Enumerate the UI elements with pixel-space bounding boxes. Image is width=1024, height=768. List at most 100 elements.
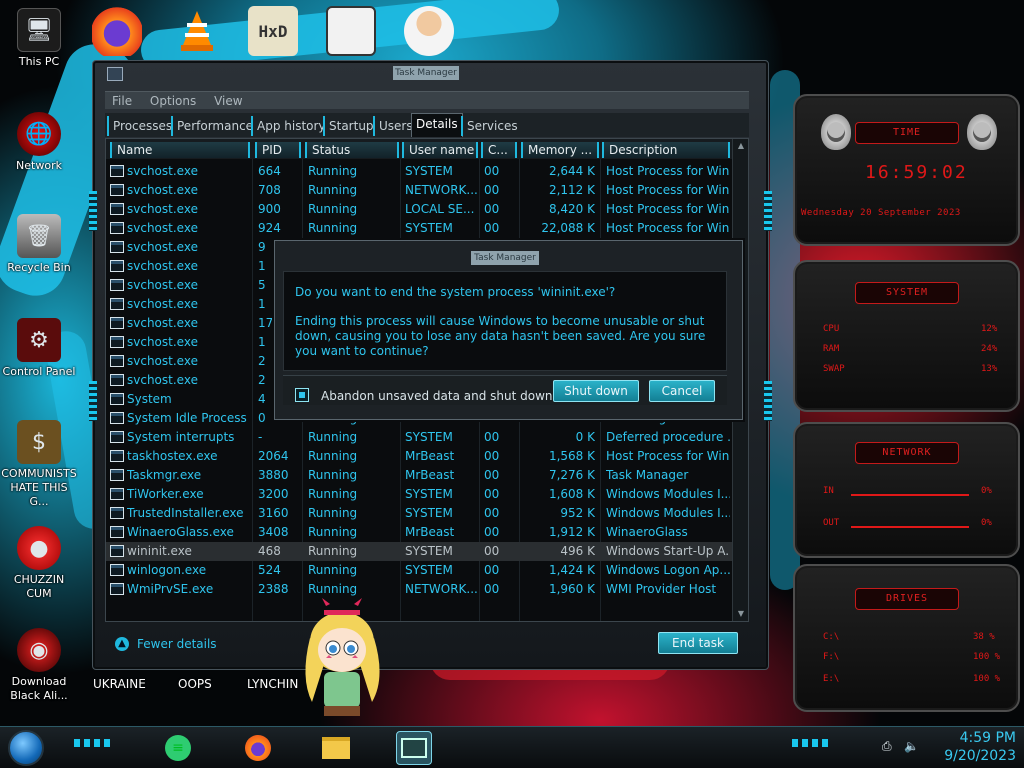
menu-view[interactable]: View [207, 92, 249, 110]
desktop-icon-chuzzin[interactable]: ● CHUZZIN CUM [0, 526, 78, 601]
table-row[interactable]: taskhostex.exe 2064 Running MrBeast 00 1,568 … [106, 447, 733, 466]
column-memory[interactable]: Memory ... [521, 142, 599, 158]
start-button[interactable] [8, 730, 44, 766]
process-icon [110, 526, 124, 538]
column-description[interactable]: Description [602, 142, 730, 158]
cell-status: Running [308, 563, 358, 577]
cell-user: SYSTEM [405, 430, 453, 444]
vlc-icon[interactable] [172, 6, 222, 56]
cell-name: WinaeroGlass.exe [127, 525, 234, 539]
cell-name: svchost.exe [127, 183, 198, 197]
column-name[interactable]: Name [110, 142, 250, 158]
shut-down-button[interactable]: Shut down [553, 380, 639, 402]
abandon-data-checkbox[interactable] [295, 388, 309, 402]
swap-label: SWAP [823, 364, 845, 374]
column-pid[interactable]: PID [255, 142, 301, 158]
firefox-icon[interactable] [92, 6, 142, 56]
app-icon[interactable] [326, 6, 376, 56]
process-icon [110, 374, 124, 386]
cell-desc: Windows Start-Up A... [606, 544, 730, 558]
taskbar-evernote-icon[interactable]: ≡ [160, 731, 196, 765]
menu-file[interactable]: File [105, 92, 139, 110]
network-gadget[interactable]: NETWORK IN 0% OUT 0% [793, 422, 1020, 558]
cell-desc: Host Process for Win... [606, 449, 730, 463]
cell-desc: Windows Logon Ap... [606, 563, 730, 577]
drive-e-value: 100 % [973, 674, 1001, 684]
cell-desc: Task Manager [606, 468, 689, 482]
tab-app-history[interactable]: App history [251, 116, 330, 136]
tab-processes[interactable]: Processes [107, 116, 176, 136]
menu-options[interactable]: Options [143, 92, 203, 110]
cell-mem: 1,568 K [548, 449, 595, 463]
cell-pid: 524 [258, 563, 281, 577]
time-gadget[interactable]: TIME 16:59:02 Wednesday 20 September 202… [793, 94, 1020, 246]
table-row[interactable]: WmiPrvSE.exe 2388 Running NETWORK... 00 1,960… [106, 580, 733, 599]
table-row[interactable]: svchost.exe 900 Running LOCAL SE... 00 8,420 … [106, 200, 733, 219]
hxd-icon[interactable]: HxD [248, 6, 298, 56]
desktop-icon-recycle-bin[interactable]: 🗑 Recycle Bin [0, 214, 78, 275]
taskbar-file-explorer-icon[interactable] [318, 731, 354, 765]
column-status[interactable]: Status [305, 142, 399, 158]
table-row[interactable]: wininit.exe 468 Running SYSTEM 00 496 K Window… [106, 542, 733, 561]
tab-startup[interactable]: Startup [323, 116, 378, 136]
taskbar-firefox-icon[interactable] [240, 731, 276, 765]
scroll-up-arrow-icon[interactable]: ▲ [736, 141, 746, 151]
cell-status: Running [308, 582, 358, 596]
table-row[interactable]: winlogon.exe 524 Running SYSTEM 00 1,424 K Win… [106, 561, 733, 580]
process-icon [110, 450, 124, 462]
desktop-label-lynchin[interactable]: LYNCHIN [247, 677, 298, 691]
desktop-label-ukraine[interactable]: UKRAINE [93, 677, 146, 691]
process-icon [110, 545, 124, 557]
volume-tray-icon[interactable]: 🔈 [904, 739, 919, 753]
cell-cpu: 00 [484, 183, 500, 197]
cell-mem: 2,112 K [548, 183, 595, 197]
process-icon [110, 336, 124, 348]
tab-performance[interactable]: Performance [171, 116, 257, 136]
desktop-icon-this-pc[interactable]: 🖥 This PC [0, 8, 78, 69]
process-icon [110, 184, 124, 196]
fewer-details-link[interactable]: ▲ Fewer details [115, 637, 217, 651]
table-row[interactable]: WinaeroGlass.exe 3408 Running MrBeast 00 1,91… [106, 523, 733, 542]
process-icon [110, 260, 124, 272]
window-footer: ▲ Fewer details End task [105, 627, 749, 663]
dialog-footer: Abandon unsaved data and shut down. Shut… [283, 375, 727, 405]
desktop-icon-download-black-alien[interactable]: ◉ Download Black Ali... [0, 628, 78, 703]
cell-mem: 2,644 K [548, 164, 595, 178]
chevron-up-icon: ▲ [115, 637, 129, 651]
tab-services[interactable]: Services [461, 116, 522, 136]
scroll-down-arrow-icon[interactable]: ▼ [736, 609, 746, 619]
end-task-button[interactable]: End task [658, 632, 738, 654]
desktop-label-oops[interactable]: OOPS [178, 677, 212, 691]
taskbar-task-manager-icon[interactable] [396, 731, 432, 765]
cell-name: svchost.exe [127, 164, 198, 178]
system-gadget[interactable]: SYSTEM CPU 12% RAM 24% SWAP 13% [793, 260, 1020, 412]
tab-details[interactable]: Details [411, 113, 463, 137]
desktop-icon-network[interactable]: 🌐 Network [0, 112, 78, 173]
title-bar[interactable]: Task Manager [93, 61, 768, 87]
network-gadget-header: NETWORK [855, 442, 959, 464]
table-row[interactable]: svchost.exe 708 Running NETWORK... 00 2,112 K… [106, 181, 733, 200]
table-row[interactable]: svchost.exe 924 Running SYSTEM 00 22,088 K Hos… [106, 219, 733, 238]
table-row[interactable]: svchost.exe 664 Running SYSTEM 00 2,644 K Host… [106, 162, 733, 181]
network-tray-icon[interactable]: ⎙ [882, 739, 892, 754]
column-cpu[interactable]: C... [481, 142, 517, 158]
process-icon [110, 431, 124, 443]
process-icon [110, 298, 124, 310]
gadget-clock: 16:59:02 [865, 162, 968, 183]
table-row[interactable]: System interrupts - Running SYSTEM 00 0 K Defe… [106, 428, 733, 447]
end-process-dialog[interactable]: Task Manager Do you want to end the syst… [274, 240, 743, 420]
column-user-name[interactable]: User name [402, 142, 478, 158]
drives-gadget-header: DRIVES [855, 588, 959, 610]
table-row[interactable]: TrustedInstaller.exe 3160 Running SYSTEM 00 9… [106, 504, 733, 523]
taskbar-clock[interactable]: 4:59 PM 9/20/2023 [930, 729, 1016, 765]
desktop-icon-control-panel[interactable]: ⚙ Control Panel [0, 318, 78, 379]
table-row[interactable]: TiWorker.exe 3200 Running SYSTEM 00 1,608 K Wi… [106, 485, 733, 504]
cell-mem: 496 K [560, 544, 595, 558]
drives-gadget[interactable]: DRIVES C:\ 38 % F:\ 100 % E:\ 100 % [793, 564, 1020, 712]
doctor-icon[interactable] [404, 6, 454, 56]
desktop-icon-communists[interactable]: $ COMMUNISTS HATE THIS G... [0, 420, 78, 509]
cell-desc: Deferred procedure ... [606, 430, 730, 444]
abandon-data-label[interactable]: Abandon unsaved data and shut down. [321, 389, 556, 403]
cancel-button[interactable]: Cancel [649, 380, 715, 402]
table-row[interactable]: Taskmgr.exe 3880 Running MrBeast 00 7,276 K Ta… [106, 466, 733, 485]
